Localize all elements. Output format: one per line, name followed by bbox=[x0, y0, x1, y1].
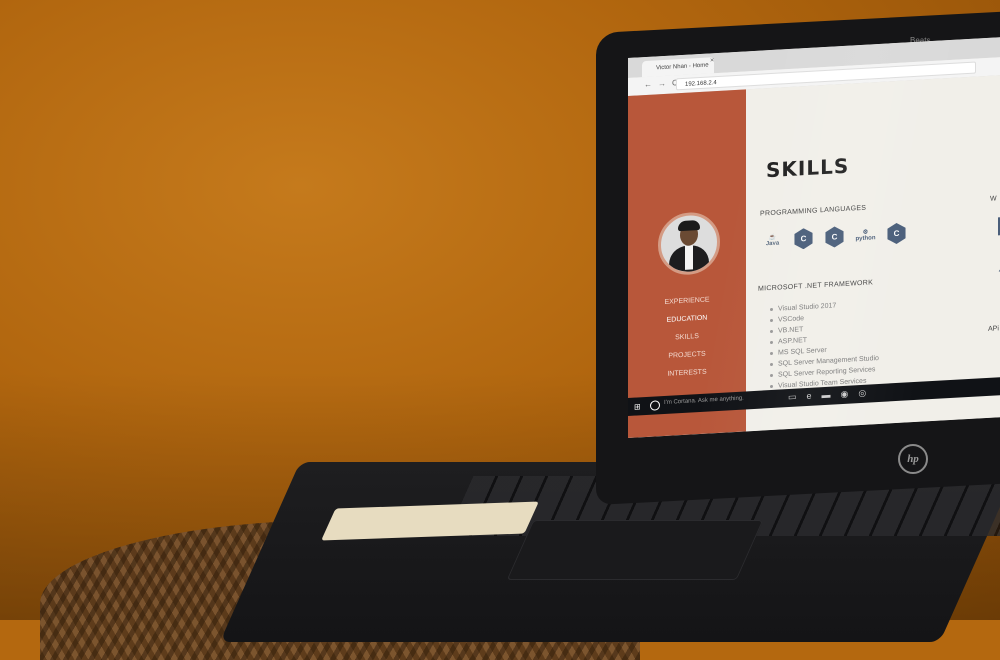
task-view-icon[interactable]: ▭ bbox=[788, 392, 797, 403]
c-icon: C bbox=[793, 228, 814, 250]
laptop-screen: Victor Nhan - Home × ←→C 192.168.2.4 EXP… bbox=[628, 37, 1000, 439]
section-heading-right-bottom: APi bbox=[988, 325, 999, 333]
sidebar-menu: EXPERIENCE EDUCATION SKILLS PROJECTS INT… bbox=[628, 289, 746, 386]
windows-start-icon[interactable]: ⊞ bbox=[634, 402, 641, 411]
dotnet-list: Visual Studio 2017 VSCode VB.NET ASP.NET… bbox=[770, 298, 879, 392]
csharp-icon: C bbox=[824, 226, 845, 248]
edge-icon[interactable]: e bbox=[807, 391, 812, 402]
python-icon: ⚙ python bbox=[855, 229, 876, 243]
app-icon[interactable]: ◉ bbox=[841, 389, 849, 400]
section-heading-right-top: W bbox=[990, 195, 997, 203]
tab-close-icon[interactable]: × bbox=[710, 57, 714, 64]
laptop-touchpad bbox=[506, 520, 764, 580]
section-heading-programming: PROGRAMMING LANGUAGES bbox=[760, 204, 867, 218]
cpp-icon: C bbox=[886, 222, 907, 244]
cortana-icon[interactable] bbox=[650, 400, 660, 411]
file-explorer-icon[interactable]: ▬ bbox=[822, 390, 831, 402]
chrome-icon[interactable]: ◎ bbox=[858, 388, 866, 399]
section-heading-dotnet: MICROSOFT .NET FRAMEWORK bbox=[758, 279, 874, 293]
java-icon: ☕ Java bbox=[765, 234, 780, 248]
language-icons: ☕ Java C C ⚙ python C bbox=[762, 222, 907, 251]
page-title: SKILLS bbox=[766, 153, 850, 183]
main-content: SKILLS PROGRAMMING LANGUAGES ☕ Java C C ⚙… bbox=[746, 75, 1000, 432]
avatar bbox=[658, 210, 720, 277]
sidebar: EXPERIENCE EDUCATION SKILLS PROJECTS INT… bbox=[628, 89, 746, 439]
cortana-search-input[interactable]: I'm Cortana. Ask me anything. bbox=[664, 396, 744, 406]
taskbar-apps: ▭ e ▬ ◉ ◎ bbox=[788, 388, 866, 403]
hp-logo: hp bbox=[898, 444, 928, 474]
